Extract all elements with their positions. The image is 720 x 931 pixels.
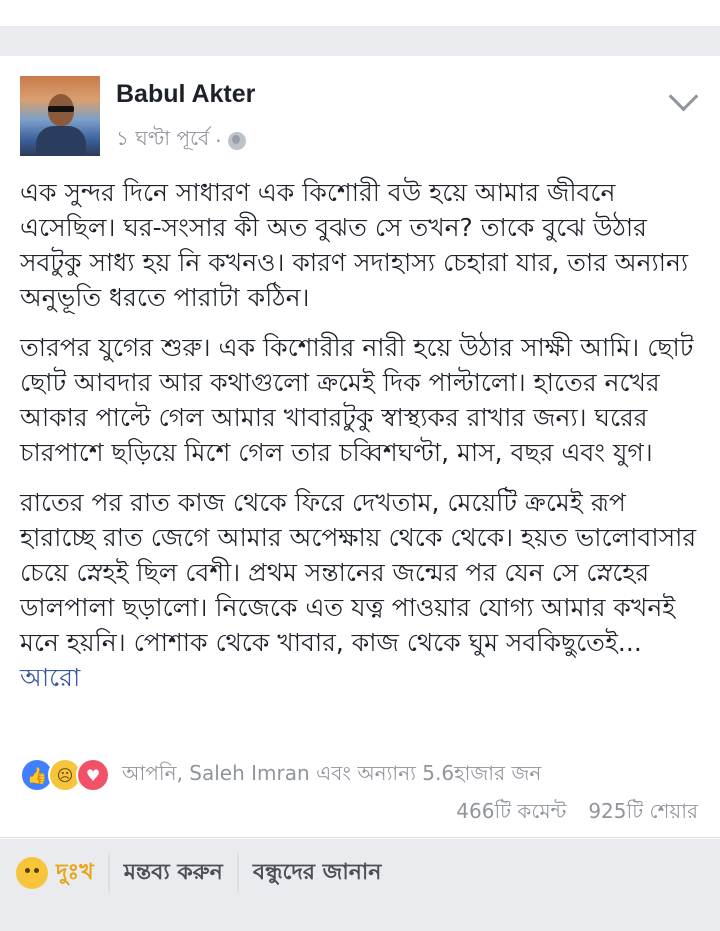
share-button[interactable]: বন্ধুদের জানান (236, 853, 396, 893)
post-paragraph-text: রাতের পর রাত কাজ থেকে ফিরে দেখতাম, মেয়ে… (20, 488, 697, 657)
meta-separator: · (215, 128, 222, 153)
post-timestamp[interactable]: ১ ঘণ্টা পূর্বে (116, 124, 209, 157)
feed-separator (0, 26, 720, 56)
shares-count[interactable]: 925টি শেয়ার (588, 797, 698, 830)
reaction-button-label: দুঃখ (56, 859, 94, 885)
avatar-glasses (48, 106, 74, 112)
comment-button[interactable]: মন্তব্য করুন (107, 853, 237, 893)
engagement-counts: 466টি কমেন্ট 925টি শেয়ার (456, 797, 698, 830)
action-bar: দুঃখ মন্তব্য করুন বন্ধুদের জানান (0, 837, 720, 908)
post-paragraph: রাতের পর রাত কাজ থেকে ফিরে দেখতাম, মেয়ে… (20, 485, 705, 695)
comment-button-label: মন্তব্য করুন (123, 859, 223, 885)
reaction-button[interactable]: দুঃখ (0, 853, 108, 893)
reactions-bar[interactable]: 👍 ☹ ♥ আপনি, Saleh Imran এবং অন্যান্য 5.6… (20, 758, 541, 792)
avatar-shirt (36, 126, 86, 156)
post-body: এক সুন্দর দিনে সাধারণ এক কিশোরী বউ হয়ে … (20, 175, 705, 710)
see-more-link[interactable]: আরো (20, 663, 80, 692)
post-meta: ১ ঘণ্টা পূর্বে · (116, 124, 246, 157)
post-paragraph: এক সুন্দর দিনে সাধারণ এক কিশোরী বউ হয়ে … (20, 178, 689, 312)
love-icon: ♥ (76, 758, 110, 792)
reactions-summary[interactable]: আপনি, Saleh Imran এবং অন্যান্য 5.6হাজার … (122, 759, 541, 792)
post-header (0, 56, 720, 171)
sad-face-icon (16, 857, 48, 889)
share-button-label: বন্ধুদের জানান (252, 859, 382, 885)
author-name[interactable]: Babul Akter (116, 80, 255, 109)
top-strip (0, 0, 720, 26)
comments-count[interactable]: 466টি কমেন্ট (456, 797, 566, 830)
post-paragraph: তারপর যুগের শুরু। এক কিশোরীর নারী হয়ে উ… (20, 333, 694, 467)
author-avatar[interactable] (20, 76, 100, 156)
globe-icon (227, 131, 246, 150)
